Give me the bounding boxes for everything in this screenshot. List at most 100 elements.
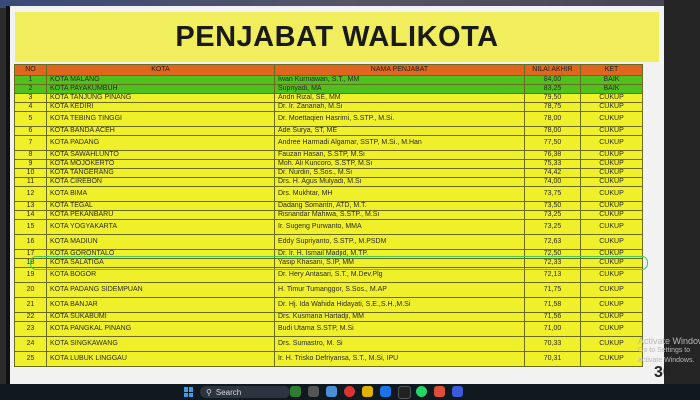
cell-nilai-akhir: 78,00: [524, 111, 581, 127]
cell-nilai-akhir: 74,42: [524, 168, 581, 178]
cell-nilai-akhir: 72,63: [524, 234, 581, 250]
cell-nama-penjabat: Ir. Sugeng Purwanto, MMA: [274, 219, 525, 235]
app-icon-10[interactable]: [452, 386, 463, 397]
cell-kota: KOTA LUBUK LINGGAU: [46, 351, 275, 367]
table-row: 2 KOTA PAYAKUMBUH Supriyadi, MA 83,25 BAIK: [14, 84, 643, 94]
cell-no: 1: [14, 75, 47, 85]
activate-windows-watermark: Activate Windows Go to Settings to activ…: [638, 336, 700, 366]
cell-kota: KOTA BANJAR: [46, 297, 275, 313]
table-row: 14 KOTA PEKANBARU Risnandar Mahiwa, S.STP.…: [14, 210, 643, 220]
search-icon: ⚲: [206, 387, 212, 397]
cell-ket: CUKUP: [580, 351, 643, 367]
cell-nama-penjabat: Dr. Ir. Zanariah, M.Si: [274, 102, 525, 112]
cell-ket: CUKUP: [580, 168, 643, 178]
screen-bezel: [664, 0, 700, 384]
cell-nilai-akhir: 71,00: [524, 321, 581, 337]
app-icon-7[interactable]: [398, 386, 411, 399]
presentation-slide: PENJABAT WALIKOTA NO KOTA NAMA PENJABAT …: [6, 6, 700, 384]
cell-kota: KOTA PEKANBARU: [46, 210, 275, 220]
cell-ket: CUKUP: [580, 111, 643, 127]
cell-no: 5: [14, 111, 47, 127]
cell-nama-penjabat: Supriyadi, MA: [274, 84, 525, 94]
cell-kota: KOTA SINGKAWANG: [46, 336, 275, 352]
cell-nama-penjabat: Dr. Nurdin, S.Sos., M.Si: [274, 168, 525, 178]
cell-no: 21: [14, 297, 47, 313]
cell-nilai-akhir: 76,38: [524, 150, 581, 160]
cell-nama-penjabat: Drs. H. Agus Mulyadi, M.Si: [274, 177, 525, 187]
app-icon-6[interactable]: [380, 386, 391, 397]
search-label: Search: [215, 387, 242, 397]
cell-no: 25: [14, 351, 47, 367]
app-icon-9[interactable]: [434, 386, 445, 397]
taskbar-search-box[interactable]: ⚲ Search: [200, 386, 290, 398]
cell-kota: KOTA TEGAL: [46, 201, 275, 211]
cell-ket: CUKUP: [580, 336, 643, 352]
header-nama-penjabat: NAMA PENJABAT: [274, 64, 525, 76]
cell-no: 13: [14, 201, 47, 211]
cell-nama-penjabat: Ir. H. Trisko Defriyansa, S.T., M.Si, IP…: [274, 351, 525, 367]
cell-nilai-akhir: 77,50: [524, 135, 581, 151]
cell-kota: KOTA PADANG: [46, 135, 275, 151]
cell-no: 3: [14, 93, 47, 103]
watermark-title: Activate Windows: [638, 336, 700, 346]
cell-kota: KOTA MALANG: [46, 75, 275, 85]
cell-nilai-akhir: 73,50: [524, 201, 581, 211]
cell-kota: KOTA TEBING TINGGI: [46, 111, 275, 127]
cell-ket: CUKUP: [580, 177, 643, 187]
cell-kota: KOTA BIMA: [46, 186, 275, 202]
cell-ket: CUKUP: [580, 126, 643, 136]
cell-ket: CUKUP: [580, 150, 643, 160]
cell-no: 23: [14, 321, 47, 337]
cell-nilai-akhir: 79,50: [524, 93, 581, 103]
cell-nilai-akhir: 83,25: [524, 84, 581, 94]
app-icon-3[interactable]: [326, 386, 337, 397]
cell-kota: KOTA CIREBON: [46, 177, 275, 187]
cell-ket: CUKUP: [580, 321, 643, 337]
cell-ket: CUKUP: [580, 135, 643, 151]
cell-ket: CUKUP: [580, 297, 643, 313]
cell-nilai-akhir: 78,75: [524, 102, 581, 112]
cell-nama-penjabat: Moh. Ali Kuncoro, S.STP, M.Si: [274, 159, 525, 169]
table-row: 20 KOTA PADANG SIDEMPUAN H. Timur Tumanggo…: [14, 282, 643, 298]
cell-no: 15: [14, 219, 47, 235]
table-row: 1 KOTA MALANG Iwan Kurniawan, S.T., MM 84,0…: [14, 75, 643, 85]
app-icon-8[interactable]: [416, 386, 427, 397]
cell-nilai-akhir: 84,00: [524, 75, 581, 85]
cell-no: 10: [14, 168, 47, 178]
cell-ket: CUKUP: [580, 234, 643, 250]
cell-no: 12: [14, 186, 47, 202]
cell-nama-penjabat: Andree Harmadi Algamar, SSTP, M.Si., M.H…: [274, 135, 525, 151]
slide-title: PENJABAT WALIKOTA: [15, 12, 659, 62]
windows-start-icon[interactable]: [184, 387, 194, 397]
cell-no: 11: [14, 177, 47, 187]
cell-nilai-akhir: 73,25: [524, 219, 581, 235]
table-row: 8 KOTA SAWAHLUNTO Fauzan Hasan, S.STP, M.S…: [14, 150, 643, 160]
cell-no: 24: [14, 336, 47, 352]
table-row: 9 KOTA MOJOKERTO Moh. Ali Kuncoro, S.STP, …: [14, 159, 643, 169]
app-icon-4[interactable]: [344, 386, 355, 397]
cell-no: 9: [14, 159, 47, 169]
cell-ket: CUKUP: [580, 312, 643, 322]
cell-nilai-akhir: 70,31: [524, 351, 581, 367]
header-no: NO: [14, 64, 47, 76]
cell-nama-penjabat: Fauzan Hasan, S.STP, M.Si: [274, 150, 525, 160]
cell-ket: CUKUP: [580, 186, 643, 202]
cell-ket: CUKUP: [580, 282, 643, 298]
app-icon-2[interactable]: [308, 386, 319, 397]
cell-nama-penjabat: Drs. Sumastro, M. Si: [274, 336, 525, 352]
cell-no: 8: [14, 150, 47, 160]
app-icon-5[interactable]: [362, 386, 373, 397]
cell-kota: KOTA PADANG SIDEMPUAN: [46, 282, 275, 298]
cell-ket: CUKUP: [580, 159, 643, 169]
cell-no: 4: [14, 102, 47, 112]
page-number: 30: [654, 364, 672, 381]
highlight-annotation: [30, 256, 648, 270]
table-row: 5 KOTA TEBING TINGGI Dr. Moettaqien Hasrim…: [14, 111, 643, 127]
cell-kota: KOTA TANJUNG PINANG: [46, 93, 275, 103]
table-row: 12 KOTA BIMA Drs. Mukhtar, MH 73,75 CUKUP: [14, 186, 643, 202]
watermark-subtitle: Go to Settings to activate Windows.: [638, 347, 695, 364]
cell-nilai-akhir: 73,25: [524, 210, 581, 220]
cell-nama-penjabat: Dr. Moettaqien Hasrimi, S.STP., M.Si.: [274, 111, 525, 127]
app-icon-1[interactable]: [290, 386, 301, 397]
table-row: 10 KOTA TANGERANG Dr. Nurdin, S.Sos., M.Si…: [14, 168, 643, 178]
